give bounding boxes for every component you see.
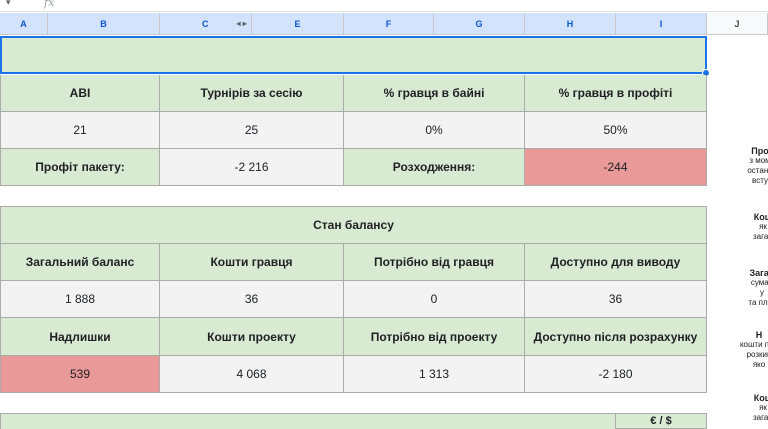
side-note-title: Загал — [749, 268, 768, 278]
header-player-buyin-percent[interactable]: % гравця в байні — [344, 75, 525, 112]
header-player-profit-percent[interactable]: % гравця в профіті — [525, 75, 707, 112]
value-player-buyin-percent[interactable]: 0% — [344, 112, 525, 149]
value-package-profit[interactable]: -2 216 — [160, 149, 344, 186]
side-note-surplus: Н кошти про розкин яко — [728, 330, 768, 370]
side-note-line: яко — [752, 360, 766, 369]
column-header-j[interactable]: J — [707, 13, 768, 35]
header-available-withdraw[interactable]: Доступно для виводу — [525, 244, 707, 281]
column-header-c-label: C — [202, 18, 209, 29]
side-note-title: Кош — [753, 393, 768, 403]
hidden-columns-arrows-icon[interactable]: ◂ ▸ — [237, 19, 247, 28]
header-surplus[interactable]: Надлишки — [0, 318, 160, 356]
value-project-funds[interactable]: 4 068 — [160, 356, 344, 393]
header-total-balance[interactable]: Загальний баланс — [0, 244, 160, 281]
column-header-f[interactable]: F — [344, 13, 434, 35]
side-note-title: Н — [755, 330, 763, 340]
side-note-total: Загал сумар у та плат — [734, 268, 768, 308]
value-needed-from-player[interactable]: 0 — [344, 281, 525, 318]
header-player-funds[interactable]: Кошти гравця — [160, 244, 344, 281]
selected-merged-range[interactable] — [0, 36, 707, 74]
column-header-b[interactable]: B — [48, 13, 160, 35]
header-needed-from-project[interactable]: Потрібно від проекту — [344, 318, 525, 356]
fx-icon: fx — [44, 0, 55, 9]
value-available-withdraw[interactable]: 36 — [525, 281, 707, 318]
side-note-line: всту — [752, 176, 768, 185]
side-note-line: загал — [753, 413, 768, 422]
side-note-funds: Кош як загал — [738, 212, 768, 242]
side-note-line: як — [759, 222, 767, 231]
section3-header-band[interactable] — [0, 413, 616, 429]
column-header-c[interactable]: C ◂ ▸ — [160, 13, 252, 35]
side-note-line: у — [760, 288, 764, 297]
label-package-profit[interactable]: Профіт пакету: — [0, 149, 160, 186]
side-note-line: та плат — [748, 298, 768, 307]
label-divergence[interactable]: Розходження: — [344, 149, 525, 186]
column-header-a[interactable]: A — [0, 13, 48, 35]
header-needed-from-player[interactable]: Потрібно від гравця — [344, 244, 525, 281]
side-note-line: загал — [753, 232, 768, 241]
column-header-g[interactable]: G — [434, 13, 525, 35]
column-header-i[interactable]: I — [616, 13, 707, 35]
value-available-after-settlement[interactable]: -2 180 — [525, 356, 707, 393]
side-note-line: як — [759, 403, 767, 412]
side-note-title: Кош — [753, 212, 768, 222]
column-header-e[interactable]: E — [252, 13, 344, 35]
value-needed-from-project[interactable]: 1 313 — [344, 356, 525, 393]
value-surplus[interactable]: 539 — [0, 356, 160, 393]
side-note-line: кошти про — [739, 340, 768, 349]
header-available-after-settlement[interactable]: Доступно після розрахунку — [525, 318, 707, 356]
balance-state-title[interactable]: Стан балансу — [0, 206, 707, 244]
side-note-line: розкин — [746, 350, 768, 359]
currency-label[interactable]: € / $ — [616, 413, 707, 429]
header-project-funds[interactable]: Кошти проекту — [160, 318, 344, 356]
value-total-balance[interactable]: 1 888 — [0, 281, 160, 318]
formula-bar[interactable]: ▾ fx — [0, 0, 768, 12]
header-tournaments-per-session[interactable]: Турнірів за сесію — [160, 75, 344, 112]
side-note-project-funds: Кош як загал — [738, 393, 768, 423]
column-header-h[interactable]: H — [525, 13, 616, 35]
value-player-profit-percent[interactable]: 50% — [525, 112, 707, 149]
value-player-funds[interactable]: 36 — [160, 281, 344, 318]
side-note-line: останн — [747, 166, 768, 175]
chevron-down-icon[interactable]: ▾ — [6, 0, 11, 8]
side-note-title: Про — [751, 146, 768, 156]
header-abi[interactable]: ABI — [0, 75, 160, 112]
value-tournaments-per-session[interactable]: 25 — [160, 112, 344, 149]
side-note-line: з мом — [749, 156, 768, 165]
side-note-profit: Про з мом останн всту — [730, 146, 768, 186]
side-note-line: сумар — [750, 278, 768, 287]
value-abi[interactable]: 21 — [0, 112, 160, 149]
value-divergence[interactable]: -244 — [525, 149, 707, 186]
